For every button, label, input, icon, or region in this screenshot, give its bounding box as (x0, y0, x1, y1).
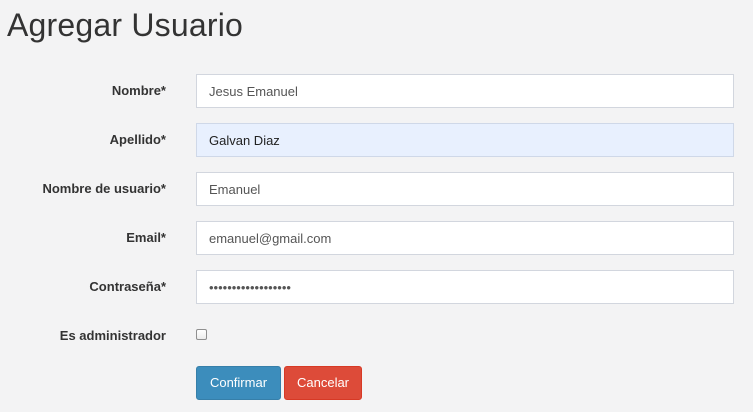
page-title: Agregar Usuario (7, 7, 243, 43)
cancel-button[interactable]: Cancelar (284, 366, 362, 400)
nombre-input[interactable] (196, 74, 734, 108)
email-input[interactable] (196, 221, 734, 255)
form-row-admin: Es administrador (0, 319, 753, 353)
nombre-label: Nombre* (111, 83, 166, 98)
email-label: Email* (126, 230, 166, 245)
apellido-input[interactable] (196, 123, 734, 157)
form-row-apellido: Apellido* (0, 123, 753, 157)
confirm-button[interactable]: Confirmar (196, 366, 281, 400)
form-row-email: Email* (0, 221, 753, 255)
password-input[interactable] (196, 270, 734, 304)
password-label: Contraseña* (89, 279, 166, 294)
username-label: Nombre de usuario* (42, 181, 166, 196)
apellido-label: Apellido* (109, 132, 166, 147)
admin-label: Es administrador (59, 328, 166, 343)
add-user-page: Agregar Usuario Nombre* Apellido* Nombre… (0, 0, 753, 412)
form-row-password: Contraseña* (0, 270, 753, 304)
form-actions: Confirmar Cancelar (0, 366, 753, 400)
admin-checkbox[interactable] (196, 329, 207, 340)
username-input[interactable] (196, 172, 734, 206)
form-row-username: Nombre de usuario* (0, 172, 753, 206)
form-row-nombre: Nombre* (0, 74, 753, 108)
